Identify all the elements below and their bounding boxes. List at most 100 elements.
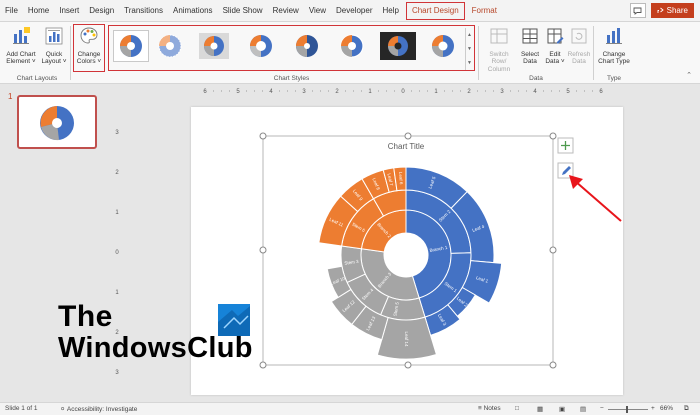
gallery-down-icon[interactable]: ▼ [466,42,473,56]
resize-handle-l[interactable] [259,246,267,254]
chart-elements-button[interactable] [557,137,574,154]
sunburst-chart[interactable]: Branch 1Stem 2Stem 1Leaf 5Leaf 4Leaf 1Le… [318,166,503,360]
tab-view[interactable]: View [304,0,331,22]
ruler-h-label: 1 [434,89,438,95]
refresh-data-button[interactable]: Refresh Data [567,26,591,66]
quick-layout-label-1: Quick [45,50,63,58]
switch-row-column-button[interactable]: Switch Row/ Column [482,26,516,73]
chart-title[interactable]: Chart Title [388,142,425,151]
comments-button[interactable] [629,3,646,18]
chart-layouts-group-label: Chart Layouts [16,75,58,82]
quick-layout-icon [45,27,63,45]
ruler-v-label: 3 [115,130,119,136]
tab-insert[interactable]: Insert [54,0,84,22]
chart-style-6[interactable] [335,31,369,61]
ruler-h-label: 2 [335,89,339,95]
change-colors-button[interactable]: Change Colors ˅ [74,26,104,66]
refresh-data-icon [571,28,587,44]
edit-data-icon [547,28,564,44]
add-chart-element-label-2: Element ˅ [6,58,36,65]
chart-style-3[interactable] [197,31,231,61]
chart-style-2[interactable] [153,31,187,61]
tab-animations[interactable]: Animations [168,0,218,22]
ruler-v-label: 0 [115,250,119,256]
chart-style-6-preview [340,34,364,58]
resize-handle-br[interactable] [549,361,557,369]
resize-handle-t[interactable] [404,132,412,140]
tab-developer[interactable]: Developer [331,0,377,22]
tab-help[interactable]: Help [378,0,404,22]
zoom-in-icon[interactable]: + [651,405,655,412]
share-button[interactable]: Share [650,3,694,18]
slide-sorter-icon[interactable]: ▦ [537,405,543,413]
comment-icon [633,7,642,15]
chart-style-1[interactable] [113,30,149,62]
styles-gallery-scroll[interactable]: ▲ ▼ ▼ [465,28,473,70]
zoom-slider-thumb[interactable] [626,406,628,413]
tab-transitions[interactable]: Transitions [119,0,168,22]
data-group-label: Data [529,75,543,82]
tab-chart-design[interactable]: Chart Design [405,1,465,20]
tab-design[interactable]: Design [84,0,119,22]
ribbon-separator [70,26,71,80]
group-type: Change Chart Type Type [595,22,633,84]
add-chart-element-button[interactable]: Add Chart Element ˅ [6,26,36,66]
gallery-up-icon[interactable]: ▲ [466,28,473,42]
tab-review[interactable]: Review [268,0,304,22]
share-icon [657,7,664,13]
slide-thumbnail-1[interactable] [17,95,97,149]
chart-style-5-preview [296,35,318,57]
resize-handle-b[interactable] [404,361,412,369]
notes-button[interactable]: ≡ Notes [478,405,501,412]
collapse-ribbon-icon[interactable]: ⌃ [686,71,692,79]
chart-style-4[interactable] [244,31,278,61]
gallery-more-icon[interactable]: ▼ [466,56,473,70]
status-bar: Slide 1 of 1 ⚪ Accessibility: Investigat… [0,402,700,415]
slideshow-view-icon[interactable]: ▤ [580,405,586,413]
switch-row-column-label-2: Column [487,65,511,73]
ruler-h-label: 5 [236,89,240,95]
resize-handle-bl[interactable] [259,361,267,369]
edit-data-button[interactable]: Edit Data ˅ [543,26,567,66]
accessibility-icon: ⚪ [60,406,66,413]
resize-handle-r[interactable] [549,246,557,254]
zoom-out-icon[interactable]: − [600,405,604,412]
accessibility-status[interactable]: ⚪ Accessibility: Investigate [60,405,137,413]
chart-styles-group-label: Chart Styles [273,75,310,82]
change-chart-type-label-1: Change [602,50,626,58]
reading-view-icon[interactable]: ▣ [559,405,565,413]
chart-style-8[interactable] [426,31,460,61]
notes-icon: ≡ [478,405,482,412]
chart-style-5[interactable] [290,31,324,61]
normal-view-icon[interactable]: □ [515,405,519,412]
share-label: Share [666,6,688,15]
quick-layout-label-2: Layout ˅ [41,58,67,65]
select-data-button[interactable]: Select Data [518,26,542,66]
watermark-line-1: The [58,300,113,333]
resize-handle-tr[interactable] [549,132,557,140]
change-chart-type-icon [606,28,622,44]
select-data-icon [522,28,538,44]
quick-layout-button[interactable]: Quick Layout ˅ [39,26,69,66]
tab-home[interactable]: Home [23,0,54,22]
ruler-h-label: 4 [269,89,273,95]
resize-handle-tl[interactable] [259,132,267,140]
select-data-label-1: Select [520,50,540,58]
zoom-level[interactable]: 66% [660,405,673,412]
slide-thumbnail-chart [40,106,74,141]
tab-file[interactable]: File [0,0,23,22]
tab-format[interactable]: Format [467,0,502,22]
ruler-v-label: 1 [115,290,119,296]
ruler-h-label: 3 [302,89,306,95]
ruler-h-label: 3 [500,89,504,95]
change-chart-type-button[interactable]: Change Chart Type [595,26,633,66]
group-chart-layouts: Add Chart Element ˅ Quick Layout ˅ Chart… [4,22,70,84]
select-data-label-2: Data [523,58,537,65]
zoom-slider[interactable] [608,409,648,410]
chart-style-7[interactable] [379,31,417,61]
refresh-data-label-2: Data [572,58,586,65]
fit-slide-icon[interactable]: ⧉ [684,405,689,413]
tab-slide-show[interactable]: Slide Show [218,0,268,22]
ruler-h-label: 1 [368,89,372,95]
ribbon-separator [478,26,479,80]
